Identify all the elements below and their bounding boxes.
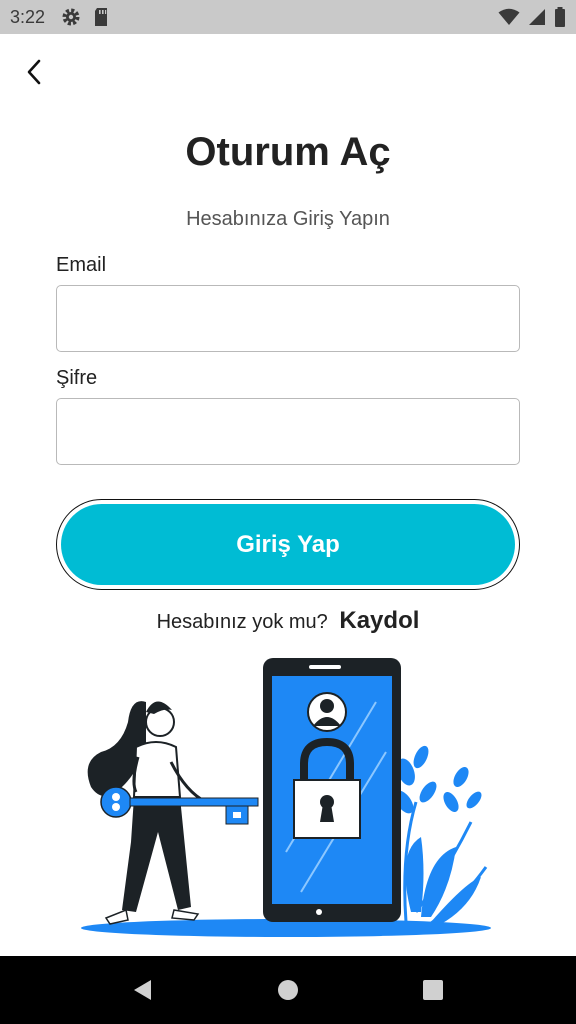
password-label: Şifre: [56, 367, 98, 389]
nav-home-button[interactable]: [268, 970, 308, 1010]
home-circle-icon: [277, 980, 298, 1000]
sd-card-icon: [95, 8, 108, 26]
nav-recents-button[interactable]: [413, 970, 453, 1010]
signup-link[interactable]: Kaydol: [339, 607, 419, 634]
page-subtitle: Hesabınıza Giriş Yapın: [186, 208, 390, 230]
email-label: Email: [56, 254, 107, 276]
login-screen: 3:22 Oturum Aç Hesabınıza Giriş Yapın Em…: [0, 0, 576, 1024]
back-triangle-icon: [133, 980, 151, 1000]
battery-icon: [555, 7, 565, 27]
back-button[interactable]: [18, 56, 50, 88]
gear-icon: [62, 8, 80, 26]
recents-square-icon: [423, 980, 444, 1000]
page-title: Oturum Aç: [185, 130, 391, 174]
signal-icon: [529, 9, 545, 25]
status-right-icons: [498, 7, 566, 27]
security-illustration: [81, 658, 491, 937]
signup-row: Hesabınız yok mu? Kaydol: [0, 607, 576, 635]
signup-prompt: Hesabınız yok mu?: [156, 611, 328, 633]
status-time: 3:22: [10, 6, 46, 27]
login-button-frame: Giriş Yap: [56, 499, 520, 590]
nav-bar: [0, 956, 576, 1024]
phone-illustration: [263, 658, 401, 922]
plant-leaves: [394, 745, 488, 929]
login-button[interactable]: Giriş Yap: [61, 504, 515, 585]
chevron-left-icon: [27, 59, 41, 85]
nav-back-button[interactable]: [123, 970, 163, 1010]
email-field[interactable]: [56, 285, 520, 352]
password-field[interactable]: [56, 398, 520, 465]
status-left-icons: [61, 7, 109, 27]
status-bar: 3:22: [0, 0, 576, 34]
wifi-icon: [498, 8, 520, 25]
